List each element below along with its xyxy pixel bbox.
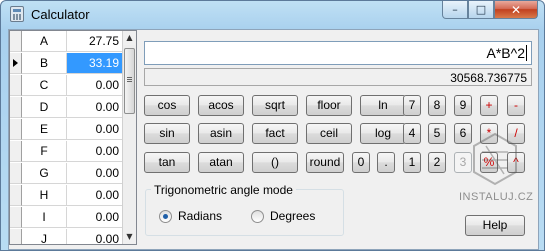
variable-value[interactable]: 0.00 [67,141,122,162]
window-title: Calculator [31,7,90,22]
variable-name: H [22,185,67,206]
digit-3-button[interactable]: 3 [454,152,472,173]
degrees-option[interactable]: Degrees [251,208,315,224]
plus-button[interactable]: + [480,95,498,116]
variable-row[interactable]: I 0.00 [10,207,122,229]
current-row-arrow-icon [13,59,18,67]
degrees-label: Degrees [270,209,316,223]
variable-row[interactable]: B 33.19 [10,53,122,75]
variable-value[interactable]: 27.75 [67,31,122,52]
variable-name: D [22,97,67,118]
radians-label: Radians [178,209,223,223]
minus-button[interactable]: - [507,95,525,116]
scroll-down-arrow-icon[interactable]: ▼ [123,230,136,244]
variable-value[interactable]: 33.19 [67,53,122,74]
digit-9-button[interactable]: 9 [454,95,472,116]
sin-button[interactable]: sin [144,123,190,144]
sqrt-button[interactable]: sqrt [252,95,298,116]
minimize-button[interactable]: – [442,1,468,19]
watermark-text: INSTALUJ.CZ [459,191,534,203]
variable-row[interactable]: C 0.00 [10,75,122,97]
row-selector[interactable] [10,207,22,228]
maximize-button[interactable]: □ [468,1,494,19]
variable-name: G [22,163,67,184]
round-button[interactable]: round [306,152,344,173]
row-selector[interactable] [10,185,22,206]
variable-value[interactable]: 0.00 [67,229,122,244]
parentheses-button[interactable]: () [252,152,298,173]
digit-0-button[interactable]: 0 [352,152,370,173]
row-selector[interactable] [10,31,22,52]
title-bar[interactable]: Calculator – □ ✕ [1,1,544,27]
digit-4-button[interactable]: 4 [403,123,421,144]
radians-radio[interactable] [159,209,172,223]
variable-value[interactable]: 0.00 [67,97,122,118]
fact-button[interactable]: fact [252,123,298,144]
row-selector[interactable] [10,163,22,184]
asin-button[interactable]: asin [198,123,244,144]
help-button[interactable]: Help [465,215,525,236]
variable-value[interactable]: 0.00 [67,119,122,140]
decimal-point-button[interactable]: . [377,152,395,173]
ln-button[interactable]: ln [360,95,406,116]
floor-button[interactable]: floor [306,95,352,116]
calculator-icon [10,6,24,22]
variable-name: C [22,75,67,96]
variable-name: E [22,119,67,140]
variable-row[interactable]: H 0.00 [10,185,122,207]
variable-row[interactable]: J 0.00 [10,229,122,244]
log-button[interactable]: log [360,123,406,144]
variable-value[interactable]: 0.00 [67,185,122,206]
radians-option[interactable]: Radians [159,208,222,224]
tan-button[interactable]: tan [144,152,190,173]
cos-button[interactable]: cos [144,95,190,116]
trig-mode-title: Trigonometric angle mode [151,183,296,197]
row-selector[interactable] [10,75,22,96]
variable-row[interactable]: D 0.00 [10,97,122,119]
result-display: 30568.736775 [144,68,532,86]
digit-7-button[interactable]: 7 [403,95,421,116]
degrees-radio[interactable] [251,209,264,223]
variable-value[interactable]: 0.00 [67,163,122,184]
scroll-thumb[interactable] [124,48,135,114]
row-selector[interactable] [10,229,22,244]
vertical-scrollbar[interactable]: ▲ ▼ [122,31,136,244]
variable-row[interactable]: A 27.75 [10,31,122,53]
row-selector[interactable] [10,53,22,74]
variable-value[interactable]: 0.00 [67,75,122,96]
variable-name: I [22,207,67,228]
ceil-button[interactable]: ceil [306,123,352,144]
variable-row[interactable]: E 0.00 [10,119,122,141]
variable-value[interactable]: 0.00 [67,207,122,228]
atan-button[interactable]: atan [198,152,244,173]
row-selector[interactable] [10,141,22,162]
variable-name: J [22,229,67,244]
digit-2-button[interactable]: 2 [428,152,446,173]
digit-6-button[interactable]: 6 [454,123,472,144]
digit-1-button[interactable]: 1 [403,152,421,173]
variable-row[interactable]: G 0.00 [10,163,122,185]
variable-name: A [22,31,67,52]
calculator-window: Calculator – □ ✕ A 27.75 B 33.19 C 0.00 D 0.00 E… [0,0,545,251]
variable-name: B [22,53,67,74]
variable-name: F [22,141,67,162]
window-controls: – □ ✕ [442,1,538,20]
acos-button[interactable]: acos [198,95,244,116]
row-selector[interactable] [10,97,22,118]
close-button[interactable]: ✕ [494,1,538,19]
variables-grid[interactable]: A 27.75 B 33.19 C 0.00 D 0.00 E 0.00 F 0.00 G 0.00 H 0.… [9,30,137,245]
watermark-logo-icon [473,132,517,186]
digit-5-button[interactable]: 5 [428,123,446,144]
row-selector[interactable] [10,119,22,140]
calculator-body: A 27.75 B 33.19 C 0.00 D 0.00 E 0.00 F 0.00 G 0.00 H 0.… [8,29,539,250]
digit-8-button[interactable]: 8 [428,95,446,116]
scroll-up-arrow-icon[interactable]: ▲ [123,31,136,45]
expression-input[interactable]: A*B^2 [144,41,532,65]
variable-row[interactable]: F 0.00 [10,141,122,163]
